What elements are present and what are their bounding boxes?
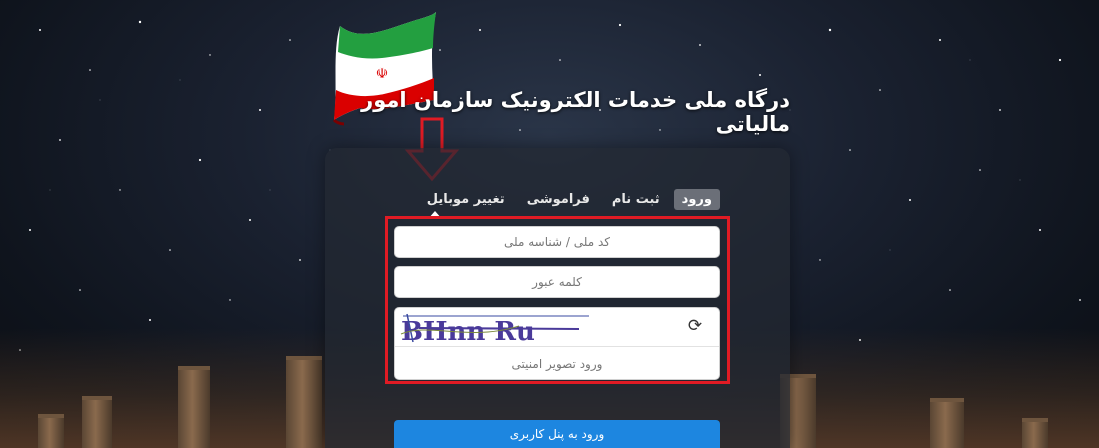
ruin-column-right-2 [930, 398, 964, 448]
ruin-column-right-3 [1022, 418, 1048, 448]
ruin-column-left-4 [286, 356, 322, 448]
tab-register[interactable]: ثبت نام [604, 189, 668, 210]
captcha-input[interactable] [396, 348, 718, 380]
login-submit-button[interactable]: ورود به پنل کاربری [394, 420, 720, 448]
ruin-column-left-1 [38, 414, 64, 448]
password-input[interactable] [394, 266, 720, 298]
tab-change-mobile[interactable]: تغییر موبایل [419, 189, 513, 210]
tab-forgot[interactable]: فراموشی [519, 189, 598, 210]
national-id-input[interactable] [394, 226, 720, 258]
captcha-divider [395, 346, 719, 347]
captcha-container: BHnn Ru ⟳ [394, 307, 720, 380]
captcha-image: BHnn Ru [400, 313, 589, 344]
tab-login[interactable]: ورود [673, 188, 720, 210]
auth-tabs: ورود ثبت نام فراموشی تغییر موبایل [392, 187, 720, 211]
ruin-column-left-3 [178, 366, 210, 448]
refresh-icon[interactable]: ⟳ [685, 316, 705, 336]
ruin-column-left-2 [82, 396, 112, 448]
svg-text:☫: ☫ [376, 66, 389, 82]
